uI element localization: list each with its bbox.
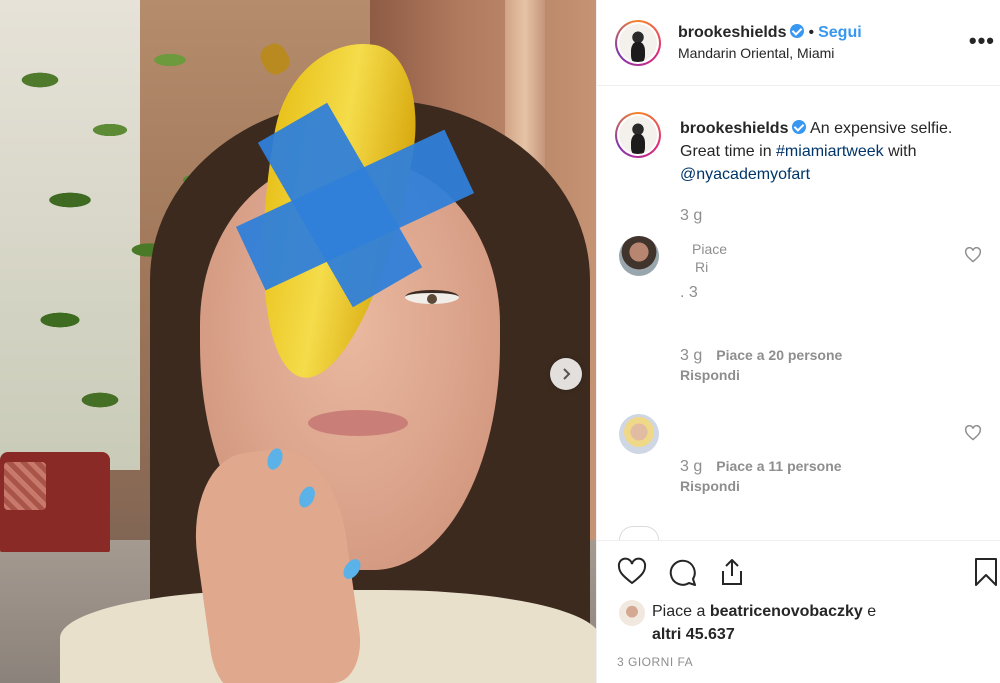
caption-hashtag[interactable]: #miamiartweek [776, 143, 884, 160]
bookmark-icon[interactable] [971, 557, 1000, 587]
comment-age: 3 g [680, 458, 703, 475]
caption-avatar[interactable] [615, 112, 661, 158]
banana-stem [256, 39, 294, 79]
more-options-icon[interactable]: ••• [969, 28, 995, 54]
caption-mention[interactable]: @nyacademyofart [680, 166, 810, 183]
separator-dot: • [808, 24, 815, 41]
caption-username[interactable]: brookeshields [680, 120, 788, 137]
post-timestamp[interactable]: 3 GIORNI FA [617, 655, 693, 669]
comment-meta: 3 g Piace a 11 persone [680, 458, 842, 476]
comment-icon[interactable] [667, 557, 697, 587]
comment-like-heart-icon[interactable] [964, 247, 982, 263]
liker-avatar[interactable] [619, 600, 645, 626]
comment-text: . 3 [680, 284, 698, 301]
verified-badge-icon [792, 120, 807, 134]
comment-text: Piace [692, 241, 728, 257]
header-title-row: brookeshields • Segui [678, 24, 862, 42]
caption-text-middle: with [883, 143, 917, 160]
post-photo[interactable] [0, 0, 596, 683]
likes-summary: Piace a beatricenovobaczky e altri 45.63… [652, 600, 982, 646]
comment-avatar [619, 526, 659, 540]
comment-like-heart-icon[interactable] [964, 425, 982, 441]
comment-likes[interactable]: Piace a 11 persone [716, 458, 841, 474]
post-caption: brookeshields An expensive selfie. Great… [680, 117, 990, 186]
author-username[interactable]: brookeshields [678, 24, 786, 41]
likes-prefix: Piace a [652, 603, 710, 620]
comment-reply-button[interactable]: Rispondi [680, 478, 740, 494]
background-pillow [4, 462, 46, 510]
comment-avatar[interactable] [619, 414, 659, 454]
liker-username[interactable]: beatricenovobaczky [710, 603, 863, 620]
verified-badge-icon [790, 24, 805, 38]
subject-lips [308, 410, 408, 436]
caption-age: 3 g [680, 207, 703, 224]
post-panel: brookeshields • Segui Mandarin Oriental, M… [596, 0, 1000, 683]
post-location[interactable]: Mandarin Oriental, Miami [678, 45, 834, 61]
comment-age: 3 g [680, 347, 703, 364]
next-photo-button[interactable] [550, 358, 582, 390]
comment-reply-button[interactable]: Rispondi [680, 367, 740, 383]
heart-icon[interactable] [617, 557, 647, 587]
follow-button[interactable]: Segui [818, 24, 862, 41]
chevron-right-icon [563, 368, 571, 380]
share-icon[interactable] [717, 557, 747, 587]
comment-meta: 3 g Piace a 20 persone [680, 347, 842, 365]
likes-suffix: e [862, 603, 877, 620]
subject-eye-right [405, 290, 459, 304]
likes-others[interactable]: altri 45.637 [652, 626, 735, 643]
author-avatar[interactable] [615, 20, 661, 66]
comment-avatar[interactable] [619, 236, 659, 276]
post-header: brookeshields • Segui Mandarin Oriental, M… [597, 0, 1000, 86]
comment-text: Ri [695, 259, 709, 275]
comment-likes[interactable]: Piace a 20 persone [716, 347, 842, 363]
